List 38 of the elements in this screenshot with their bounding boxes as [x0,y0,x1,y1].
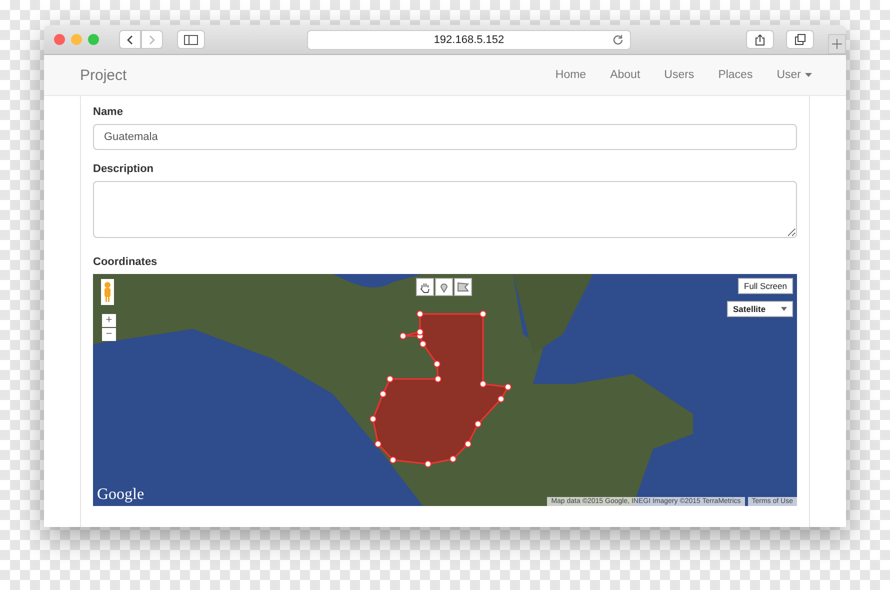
map-type-dropdown[interactable]: Satellite [727,301,793,317]
full-screen-button[interactable]: Full Screen [738,278,793,294]
zoom-out-button[interactable]: − [102,328,116,341]
satellite-map[interactable] [93,274,797,506]
caret-icon [781,307,787,311]
nav-link[interactable]: About [598,69,652,81]
tabs-button[interactable] [786,30,814,49]
plus-icon [832,39,842,49]
nav-dropdown[interactable]: User [764,69,824,81]
sidebar-icon [184,34,198,44]
marker-icon [440,281,448,293]
share-icon [755,34,765,46]
nav-link[interactable]: Places [706,69,765,81]
reload-icon[interactable] [612,34,624,46]
textarea-field[interactable] [93,181,797,238]
field-label: Description [93,163,154,175]
hand-icon [420,282,430,292]
address-bar[interactable]: 192.168.5.152 [307,30,631,50]
chevron-left-icon [126,34,134,44]
nav-link[interactable]: Home [543,69,598,81]
field-label: Name [93,106,123,118]
chevron-right-icon [148,34,156,44]
back-button[interactable] [119,30,141,49]
polygon-tool-button[interactable] [454,278,472,296]
nav-link[interactable]: Users [652,69,706,81]
caret-icon [805,73,812,77]
input-field[interactable]: Guatemala [93,124,797,150]
zoom-in-button[interactable]: + [102,314,116,327]
share-button[interactable] [746,30,774,49]
pan-tool-button[interactable] [416,278,434,296]
sidebar-button[interactable] [177,30,205,49]
close-button[interactable] [54,34,65,45]
map-logo: Google [97,486,144,504]
new-tab-button[interactable] [828,34,846,54]
field-label: Coordinates [93,256,158,268]
tabs-icon [794,34,806,45]
marker-tool-button[interactable] [435,278,453,296]
brand-link[interactable]: Project [80,66,127,84]
